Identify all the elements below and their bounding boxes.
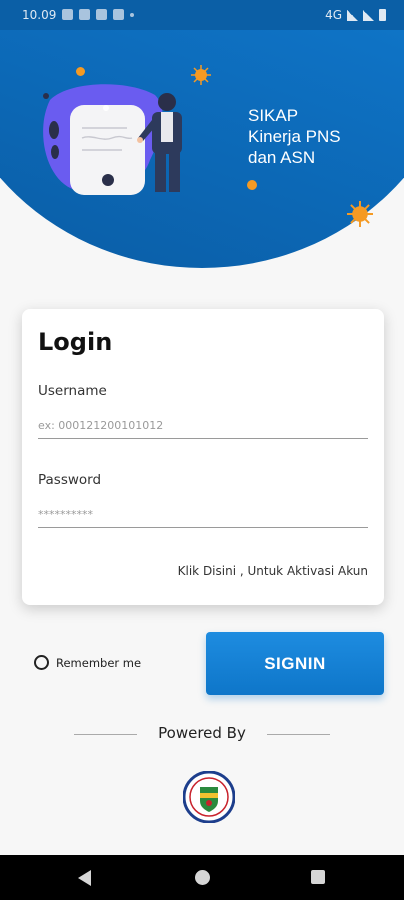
- signal-icon: [347, 9, 358, 21]
- divider-right: [267, 734, 330, 735]
- network-type: 4G: [325, 8, 342, 22]
- dot-icon: [130, 13, 134, 17]
- instagram-icon: [96, 9, 107, 20]
- dot-decoration: [76, 67, 85, 76]
- remember-me-label: Remember me: [56, 655, 142, 670]
- password-label: Password: [38, 472, 102, 488]
- system-navigation-bar: [0, 855, 404, 900]
- login-title: Login: [38, 328, 113, 356]
- back-icon[interactable]: [78, 870, 91, 886]
- signin-button[interactable]: SIGNIN: [206, 632, 384, 695]
- home-icon[interactable]: [195, 870, 210, 885]
- app-title: SIKAP Kinerja PNS dan ASN: [248, 105, 341, 168]
- illustration-person-document: [43, 84, 182, 195]
- login-card: Login Username Password Klik Disini , Un…: [22, 309, 384, 605]
- app-title-line: Kinerja PNS: [248, 127, 341, 146]
- username-input[interactable]: [38, 413, 368, 439]
- status-bar: 10.09 4G: [0, 0, 404, 30]
- header-banner: SIKAP Kinerja PNS dan ASN: [0, 30, 404, 270]
- password-input[interactable]: [38, 502, 368, 528]
- government-logo: [183, 771, 235, 823]
- recent-apps-icon[interactable]: [311, 870, 325, 884]
- signal-icon-2: [363, 9, 374, 21]
- notification-icon: [79, 9, 90, 20]
- powered-by-label: Powered By: [158, 724, 246, 742]
- status-notification-icons: [62, 9, 134, 20]
- sparkle-decoration: [191, 65, 211, 85]
- mail-icon: [113, 9, 124, 20]
- status-time: 10.09: [22, 8, 57, 22]
- powered-by: Powered By: [0, 724, 404, 746]
- status-right: 4G: [325, 8, 386, 22]
- app-title-line: dan ASN: [248, 148, 316, 167]
- app-title-line: SIKAP: [248, 106, 299, 125]
- radio-icon[interactable]: [34, 655, 49, 670]
- username-label: Username: [38, 383, 107, 399]
- dot-decoration-2: [247, 180, 257, 190]
- sparkle-decoration-2: [347, 201, 373, 227]
- gallery-icon: [62, 9, 73, 20]
- activation-link[interactable]: Klik Disini , Untuk Aktivasi Akun: [178, 564, 368, 578]
- battery-icon: [379, 9, 386, 21]
- remember-me-toggle[interactable]: Remember me: [34, 655, 141, 670]
